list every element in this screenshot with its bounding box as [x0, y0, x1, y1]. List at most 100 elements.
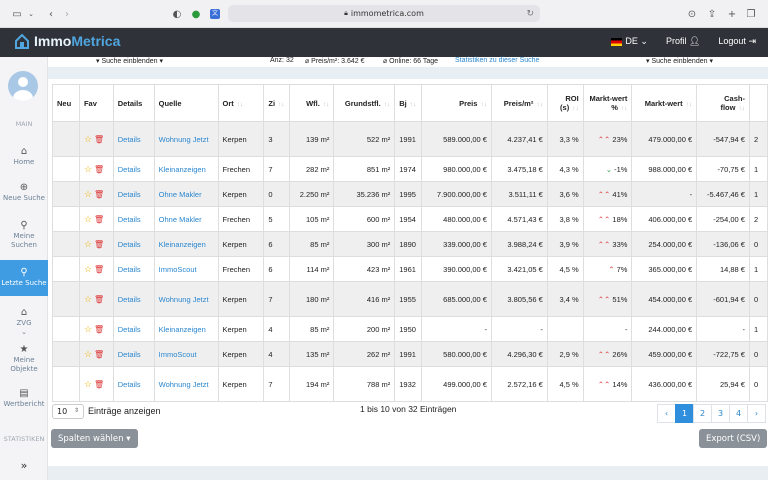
col-header-ort[interactable]: Ort ↑↓: [217, 84, 265, 122]
source-link[interactable]: Ohne Makler: [153, 181, 219, 207]
delete-trash-icon[interactable]: 🗑︎: [94, 350, 104, 359]
favorite-star-icon[interactable]: ☆: [84, 324, 92, 334]
source-link[interactable]: ImmoScout: [153, 341, 219, 367]
marktwert-pct-value: 26%: [612, 349, 628, 359]
col-header-cashflow[interactable]: Cash-flow ↑↓: [696, 84, 750, 122]
share-icon[interactable]: ⇪: [706, 6, 718, 22]
favorite-star-icon[interactable]: ☆: [84, 264, 92, 274]
delete-trash-icon[interactable]: 🗑︎: [94, 190, 104, 199]
delete-trash-icon[interactable]: 🗑︎: [94, 135, 104, 144]
pagination-next[interactable]: ›: [747, 404, 766, 423]
forward-icon[interactable]: ›: [62, 6, 72, 22]
profile-link[interactable]: Profil 👤︎: [666, 36, 700, 47]
favorite-star-icon[interactable]: ☆: [84, 349, 92, 359]
col-header-marktwert-pct[interactable]: Markt-wert % ↑↓: [582, 84, 633, 122]
col-header-more[interactable]: [748, 84, 768, 122]
pagination-prev[interactable]: ‹: [657, 404, 676, 423]
details-link[interactable]: Details: [112, 156, 155, 182]
col-header-roi[interactable]: ROI (s) ↑↓: [546, 84, 584, 122]
statistics-link[interactable]: Statistiken zu dieser Suche: [455, 57, 539, 64]
delete-trash-icon[interactable]: 🗑︎: [94, 325, 104, 334]
sidebar-item-my-objects[interactable]: ★ Meine Objekte: [0, 343, 48, 375]
delete-trash-icon[interactable]: 🗑︎: [94, 165, 104, 174]
translate-icon[interactable]: 文: [210, 9, 220, 19]
col-header-grundstfl[interactable]: Grundstfl. ↑↓: [333, 84, 396, 122]
collapse-sidebar-icon[interactable]: »: [0, 460, 48, 471]
logo[interactable]: Immo Metrica: [14, 33, 120, 49]
source-link[interactable]: Wohnung Jetzt: [153, 366, 219, 402]
language-selector[interactable]: DE ⌄: [611, 36, 648, 47]
col-header-zi[interactable]: Zi ↑↓: [263, 84, 290, 122]
page-size-select[interactable]: 10 ⇕: [52, 404, 84, 419]
sidebar-item-my-searches[interactable]: ⚲ Meine Suchen: [0, 217, 48, 253]
cell-ort: Kerpen: [217, 366, 265, 402]
favorite-star-icon[interactable]: ☆: [84, 134, 92, 144]
source-link[interactable]: ImmoScout: [153, 256, 219, 282]
details-link[interactable]: Details: [112, 121, 155, 157]
sidebar-item-new-search[interactable]: ⊕ Neue Suche: [0, 181, 48, 207]
source-link[interactable]: Wohnung Jetzt: [153, 281, 219, 317]
tabs-overview-icon[interactable]: ❐: [744, 6, 758, 22]
pagination-page-2[interactable]: 2: [693, 404, 712, 423]
source-link[interactable]: Kleinanzeigen: [153, 316, 219, 342]
show-search-toggle-left[interactable]: ▾ Suche einblenden ▾: [96, 57, 163, 65]
sidebar-item-zvg[interactable]: ⌂ ZVG ⌄: [0, 306, 48, 338]
details-link[interactable]: Details: [112, 316, 155, 342]
source-link[interactable]: Wohnung Jetzt: [153, 121, 219, 157]
cell-grundstfl: 522 m²: [333, 121, 396, 157]
delete-trash-icon[interactable]: 🗑︎: [94, 265, 104, 274]
shield-icon[interactable]: ◐: [172, 6, 182, 22]
favorite-star-icon[interactable]: ☆: [84, 379, 92, 389]
back-icon[interactable]: ‹: [46, 6, 56, 22]
sidebar-item-wertbericht[interactable]: ▤ Wertbericht: [0, 387, 48, 411]
delete-trash-icon[interactable]: 🗑︎: [94, 295, 104, 304]
stats-bar: ▾ Suche einblenden ▾ Anz: 32 ⌀ Preis/m²:…: [48, 57, 768, 67]
source-link[interactable]: Ohne Makler: [153, 206, 219, 232]
logout-link[interactable]: Logout ⇥: [718, 36, 756, 47]
evernote-icon[interactable]: ●: [190, 6, 202, 22]
col-header-preis[interactable]: Preis ↑↓: [421, 84, 492, 122]
col-header-preis-sqm[interactable]: Preis/m² ↑↓: [490, 84, 548, 122]
col-header-quelle[interactable]: Quelle: [153, 84, 219, 122]
show-search-toggle-right[interactable]: ▾ Suche einblenden ▾: [646, 57, 713, 65]
col-header-bj[interactable]: Bj ↑↓: [394, 84, 423, 122]
cell-marktwert: 436.000,00 €: [631, 366, 698, 402]
details-link[interactable]: Details: [112, 366, 155, 402]
col-header-fav[interactable]: Fav: [78, 84, 114, 122]
favorite-star-icon[interactable]: ☆: [84, 164, 92, 174]
pagination-page-1[interactable]: 1: [675, 404, 694, 423]
chevron-down-icon[interactable]: ⌄: [26, 6, 36, 22]
favorite-star-icon[interactable]: ☆: [84, 189, 92, 199]
details-link[interactable]: Details: [112, 281, 155, 317]
sidebar-toggle-icon[interactable]: ▭: [10, 6, 24, 22]
sidebar-item-home[interactable]: ⌂ Home: [0, 145, 48, 171]
address-bar[interactable]: 🔒︎ immometrica.com ↻: [228, 5, 540, 22]
download-icon[interactable]: ⊙: [686, 6, 698, 22]
pagination-page-4[interactable]: 4: [729, 404, 748, 423]
sidebar-item-last-search[interactable]: ⚲ Letzte Suche: [0, 260, 48, 296]
source-link[interactable]: Kleinanzeigen: [153, 231, 219, 257]
col-header-wfl[interactable]: Wfl. ↑↓: [288, 84, 335, 122]
choose-columns-button[interactable]: Spalten wählen ▾: [51, 429, 138, 448]
details-link[interactable]: Details: [112, 341, 155, 367]
source-link[interactable]: Kleinanzeigen: [153, 156, 219, 182]
col-header-details[interactable]: Details: [112, 84, 155, 122]
delete-trash-icon[interactable]: 🗑︎: [94, 240, 104, 249]
favorite-star-icon[interactable]: ☆: [84, 214, 92, 224]
reload-icon[interactable]: ↻: [526, 9, 534, 19]
details-link[interactable]: Details: [112, 256, 155, 282]
favorite-star-icon[interactable]: ☆: [84, 294, 92, 304]
pagination-page-3[interactable]: 3: [711, 404, 730, 423]
new-tab-icon[interactable]: +: [726, 6, 738, 22]
cell-marktwert: 459.000,00 €: [631, 341, 698, 367]
delete-trash-icon[interactable]: 🗑︎: [94, 215, 104, 224]
delete-trash-icon[interactable]: 🗑︎: [94, 380, 104, 389]
details-link[interactable]: Details: [112, 181, 155, 207]
details-link[interactable]: Details: [112, 231, 155, 257]
col-header-neu[interactable]: Neu: [52, 84, 80, 122]
avatar[interactable]: [8, 71, 38, 101]
col-header-marktwert[interactable]: Markt-wert ↑↓: [631, 84, 698, 122]
favorite-star-icon[interactable]: ☆: [84, 239, 92, 249]
export-csv-button[interactable]: Export (CSV): [699, 429, 768, 448]
details-link[interactable]: Details: [112, 206, 155, 232]
